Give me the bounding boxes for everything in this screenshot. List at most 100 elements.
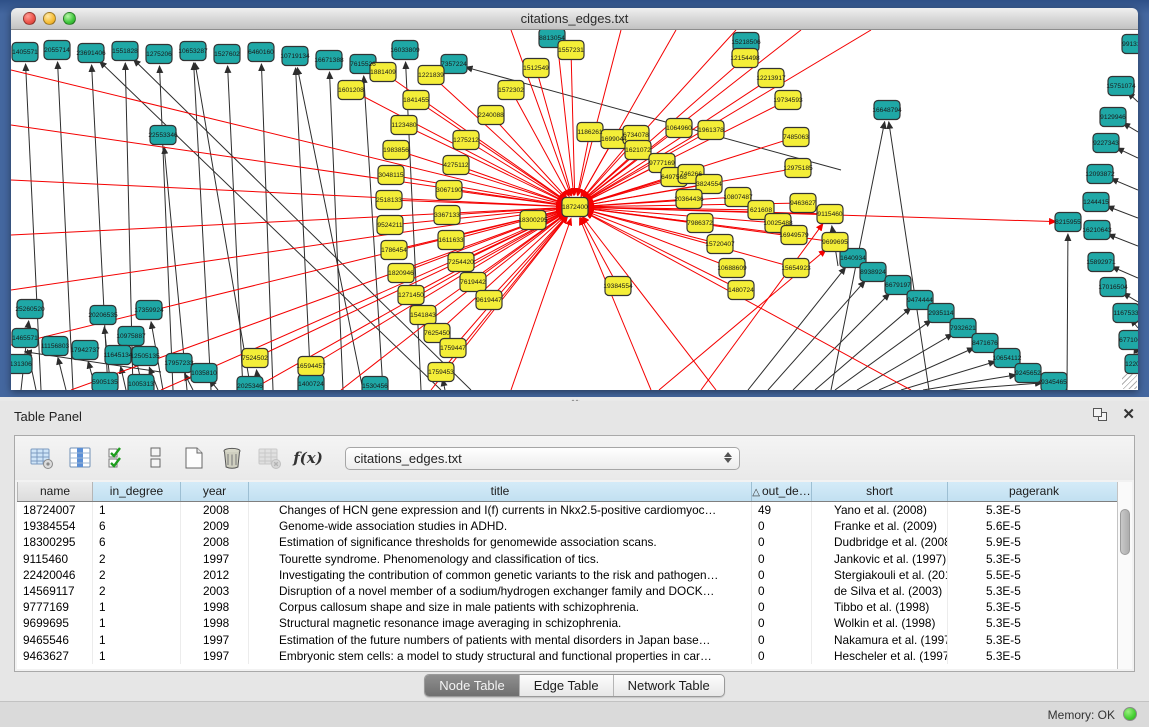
column-header-short[interactable]: short — [812, 482, 948, 501]
graph-edge — [466, 140, 565, 201]
column-header-out_de[interactable]: △out_de… — [752, 482, 812, 501]
graph-node-label: 3367133 — [434, 212, 460, 219]
graph-node-label: 8813054 — [539, 35, 565, 42]
cell-short: Stergiakouli et al. (2012) — [812, 567, 948, 583]
graph-node-label: 10653287 — [178, 48, 208, 55]
delete-trash-icon[interactable] — [219, 445, 245, 471]
graph-edge — [1067, 234, 1068, 390]
graph-node-label: 25260520 — [15, 306, 45, 313]
graph-node-label: 10719134 — [280, 53, 310, 60]
select-columns-icon[interactable] — [105, 445, 131, 471]
graph-node-label: 1551828 — [112, 48, 138, 55]
show-columns-icon[interactable] — [67, 445, 93, 471]
tab-network-table[interactable]: Network Table — [614, 675, 724, 696]
graph-node-label: 17957233 — [164, 360, 194, 367]
new-document-icon[interactable] — [181, 445, 207, 471]
window-resize-grip[interactable] — [1122, 374, 1137, 389]
graph-node-label: 9699695 — [822, 239, 848, 246]
table-row[interactable]: 1830029562008Estimation of significance … — [17, 534, 1117, 550]
graph-node-label: 1220035 — [1125, 361, 1138, 368]
graph-node-label: 9913165 — [1122, 41, 1138, 48]
graph-node-label: 16648794 — [872, 107, 902, 114]
column-header-pagerank[interactable]: pagerank — [948, 482, 1117, 501]
graph-node-label: 6734078 — [623, 132, 649, 139]
table-row[interactable]: 946554611997Estimation of the future num… — [17, 632, 1117, 648]
column-header-in_degree[interactable]: in_degree — [93, 482, 181, 501]
graph-edge — [748, 267, 846, 390]
cell-name: 22420046 — [17, 567, 93, 583]
graph-node-label: 22553346 — [148, 132, 178, 139]
cytoscape-app: citations_edges.txt 14055712055714236914… — [0, 0, 1149, 727]
graph-edge — [585, 30, 871, 201]
table-row[interactable]: 946362711997Embryonic stem cells: a mode… — [17, 648, 1117, 664]
graph-node-label: 10025488 — [763, 220, 793, 227]
network-window-titlebar[interactable]: citations_edges.txt — [11, 8, 1138, 30]
graph-node-label: 1275206 — [146, 51, 172, 58]
cell-year: 2008 — [181, 534, 249, 550]
graph-edge — [582, 217, 716, 390]
cell-name: 9115460 — [17, 551, 93, 567]
graph-node-label: 7625450 — [424, 330, 450, 337]
table-row[interactable]: 1456911722003Disruption of a novel membe… — [17, 583, 1117, 599]
graph-edge — [491, 115, 567, 198]
network-window: citations_edges.txt 14055712055714236914… — [11, 8, 1138, 390]
graph-edge — [1112, 267, 1138, 278]
graph-node-label: 1611633 — [438, 237, 464, 244]
float-panel-icon[interactable] — [1093, 408, 1108, 422]
memory-status-label: Memory: OK — [1048, 708, 1115, 722]
cell-pagerank: 5.9E-5 — [948, 534, 1117, 550]
column-header-year[interactable]: year — [181, 482, 249, 501]
network-table-select[interactable]: citations_edges.txt — [345, 447, 740, 470]
table-toolbar: f(x) citations_edges.txt — [15, 436, 1134, 480]
column-header-title[interactable]: title — [249, 482, 752, 501]
graph-node-label: 1275212 — [453, 137, 479, 144]
table-row[interactable]: 1872400712008Changes of HCN gene express… — [17, 502, 1117, 518]
graph-edge — [768, 281, 865, 390]
cell-title: Tourette syndrome. Phenomenology and cla… — [249, 551, 752, 567]
memory-ok-icon[interactable] — [1123, 707, 1137, 721]
cell-out_de: 0 — [752, 648, 812, 664]
cell-title: Estimation of the future numbers of pati… — [249, 632, 752, 648]
graph-edge — [228, 66, 243, 390]
close-panel-icon[interactable]: ✕ — [1122, 408, 1135, 422]
graph-node-label: 15892971 — [1086, 259, 1116, 266]
graph-node-label: 15751074 — [1106, 83, 1136, 90]
graph-node-label: 7254420 — [448, 259, 474, 266]
table-row[interactable]: 969969511998Structural magnetic resonanc… — [17, 615, 1117, 631]
cell-in_degree: 2 — [93, 551, 181, 567]
cell-in_degree: 1 — [93, 632, 181, 648]
function-builder-icon[interactable]: f(x) — [295, 445, 321, 471]
graph-node-label: 2055714 — [44, 47, 70, 54]
vertical-scrollbar[interactable] — [1117, 482, 1132, 669]
column-header-name[interactable]: name — [17, 482, 93, 501]
graph-node-label: 1983856 — [383, 147, 409, 154]
graph-node-label: 6771005 — [1119, 337, 1138, 344]
table-row[interactable]: 977716911998Corpus callosum shape and si… — [17, 599, 1117, 615]
graph-node-label: 20364436 — [674, 196, 704, 203]
cell-year: 1998 — [181, 599, 249, 615]
table-row[interactable]: 1938455462009Genome-wide association stu… — [17, 518, 1117, 534]
graph-node-label: 17942737 — [70, 347, 100, 354]
table-settings-icon[interactable] — [29, 445, 55, 471]
graph-node-label: 11156803 — [41, 343, 70, 350]
tab-node-table[interactable]: Node Table — [425, 675, 520, 696]
cell-in_degree: 1 — [93, 615, 181, 631]
cell-title: Genome-wide association studies in ADHD. — [249, 518, 752, 534]
graph-node-label: 18300295 — [518, 217, 548, 224]
tab-edge-table[interactable]: Edge Table — [520, 675, 614, 696]
table-row[interactable]: 2242004622012Investigating the contribut… — [17, 567, 1117, 583]
cell-in_degree: 6 — [93, 534, 181, 550]
row-height-toggle-icon[interactable] — [143, 445, 169, 471]
graph-edge — [889, 122, 929, 390]
graph-node-label: 16671388 — [314, 57, 344, 64]
graph-node-label: 1961378 — [698, 127, 724, 134]
graph-node-label: 12154498 — [730, 55, 760, 62]
table-row[interactable]: 911546021997Tourette syndrome. Phenomeno… — [17, 551, 1117, 567]
scrollbar-thumb[interactable] — [1120, 509, 1130, 555]
graph-node-label: 9524211 — [377, 222, 403, 229]
graph-node-label: 16949579 — [779, 232, 809, 239]
network-canvas[interactable]: 1405571205571423691406155182812752061065… — [11, 30, 1138, 390]
graph-node-label: 1621072 — [625, 147, 651, 154]
cell-pagerank: 5.3E-5 — [948, 551, 1117, 567]
graph-node-label: 19384554 — [603, 283, 633, 290]
